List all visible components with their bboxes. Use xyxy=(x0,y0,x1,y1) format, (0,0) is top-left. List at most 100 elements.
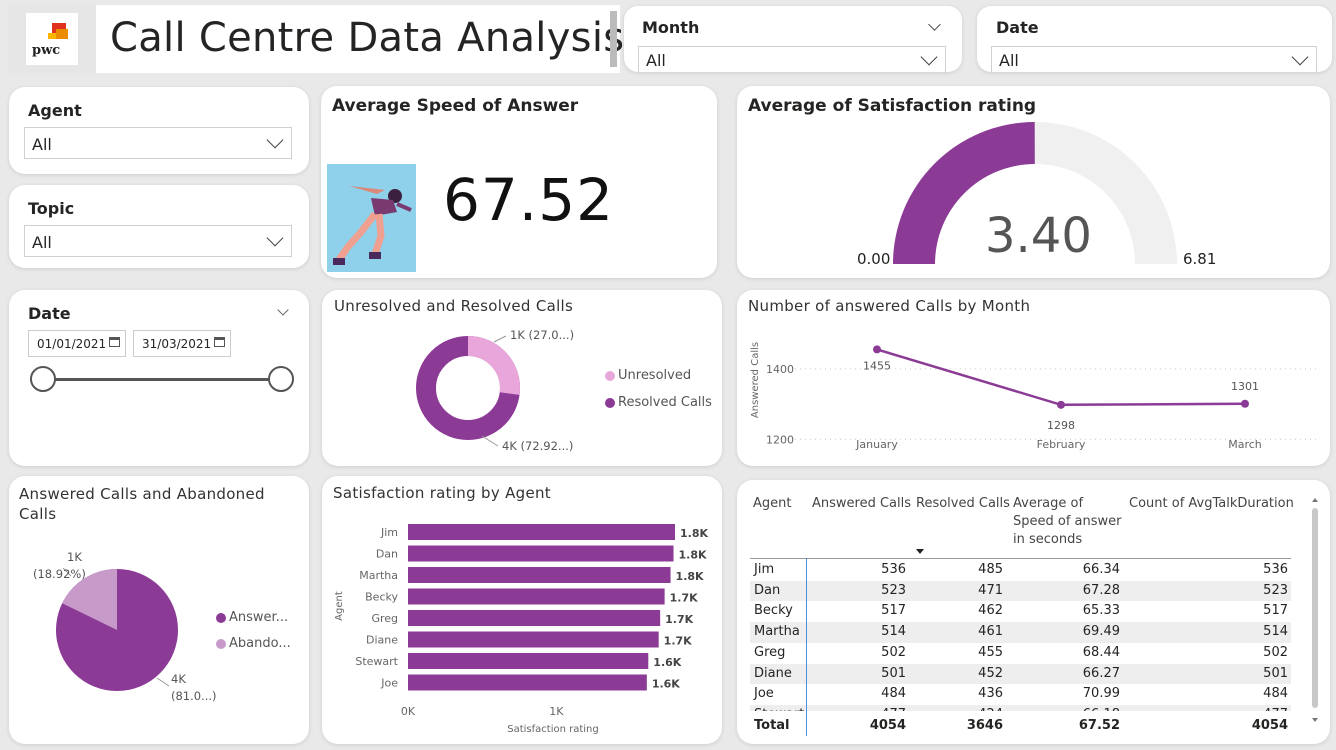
col-header-answered[interactable]: Answered Calls xyxy=(812,495,911,513)
table-row[interactable]: Martha 514 461 69.49 514 xyxy=(750,622,1291,643)
start-date-input[interactable]: 01/01/2021 xyxy=(28,330,126,357)
data-label: 1.6K xyxy=(652,678,680,691)
legend-dot-unresolved xyxy=(605,371,615,381)
bar[interactable] xyxy=(408,545,674,562)
answered-cell: 517 xyxy=(881,603,906,619)
talk-cell: 517 xyxy=(1263,603,1288,619)
answered-cell: 514 xyxy=(881,624,906,640)
chevron-down-icon[interactable] xyxy=(928,18,941,31)
scroll-down-icon[interactable] xyxy=(1312,718,1318,722)
agent-cell: Dan xyxy=(754,582,781,598)
category-label: Martha xyxy=(359,569,398,582)
sort-arrow-icon[interactable] xyxy=(916,549,924,554)
resolved-cell: 462 xyxy=(978,603,1003,619)
date-dropdown[interactable]: All xyxy=(991,46,1317,72)
pie-card: Answered Calls and Abandoned Calls 1K (1… xyxy=(9,476,309,744)
answered-cell: 502 xyxy=(881,644,906,660)
table-row[interactable]: Diane 501 452 66.27 501 xyxy=(750,663,1291,685)
gauge-value: 3.40 xyxy=(985,208,1092,264)
legend-resolved[interactable]: Resolved Calls xyxy=(618,395,712,410)
col-header-resolved[interactable]: Resolved Calls xyxy=(916,495,1010,513)
total-talk: 4054 xyxy=(1251,718,1288,733)
speed-cell: 69.49 xyxy=(1082,624,1120,640)
table-row[interactable]: Joe 484 436 70.99 484 xyxy=(750,684,1291,705)
table-row[interactable]: Stewart 477 424 66.18 477 xyxy=(750,704,1291,711)
logo-mark-3 xyxy=(48,33,56,39)
legend-dot-abandoned xyxy=(216,639,226,649)
category-label: Diane xyxy=(366,634,398,647)
month-dropdown[interactable]: All xyxy=(638,46,946,72)
table-row[interactable]: Becky 517 462 65.33 517 xyxy=(750,601,1291,622)
pie-label-abandoned-2: (18.92%) xyxy=(33,567,86,581)
data-point[interactable] xyxy=(1057,400,1065,409)
table-row[interactable]: Jim 536 485 66.34 536 xyxy=(750,560,1291,581)
agent-cell: Greg xyxy=(754,644,786,660)
logo-text: pwc xyxy=(32,43,61,58)
col-header-speed-2[interactable]: Speed of answer xyxy=(1013,513,1122,531)
col-header-speed-3[interactable]: in seconds xyxy=(1013,531,1082,549)
chevron-down-icon[interactable] xyxy=(277,304,289,316)
legend-dot-answered xyxy=(216,613,226,623)
agent-cell: Diane xyxy=(754,665,792,681)
answered-calls-line-chart: 1200 1400 Answered Calls 1455 January 1298 Feb… xyxy=(750,342,1317,451)
end-date-input[interactable]: 31/03/2021 xyxy=(133,330,231,357)
x-tick-label: February xyxy=(1037,438,1086,451)
month-dropdown-value: All xyxy=(646,51,666,70)
data-label: 1301 xyxy=(1231,380,1259,393)
y-tick-label: 1400 xyxy=(766,363,794,376)
date-range-label: Date xyxy=(28,304,71,323)
bar[interactable] xyxy=(408,524,675,540)
legend-unresolved[interactable]: Unresolved xyxy=(618,368,691,383)
bar[interactable] xyxy=(408,653,649,669)
range-end-handle[interactable] xyxy=(268,366,294,392)
month-slicer: Month All xyxy=(624,6,962,72)
table-row[interactable]: Dan 523 471 67.28 523 xyxy=(750,580,1291,602)
page-title: Call Centre Data Analysis xyxy=(110,15,625,61)
answered-cell: 484 xyxy=(881,686,906,702)
col-header-agent[interactable]: Agent xyxy=(753,495,791,513)
agent-cell: Stewart xyxy=(754,707,804,711)
table-scrollbar[interactable] xyxy=(1311,496,1319,728)
bar[interactable] xyxy=(408,674,647,691)
bar[interactable] xyxy=(408,631,659,648)
calendar-icon[interactable] xyxy=(109,337,120,347)
calendar-icon[interactable] xyxy=(214,337,225,347)
data-point[interactable] xyxy=(873,345,881,354)
category-label: Dan xyxy=(376,548,398,561)
legend-answered[interactable]: Answer... xyxy=(229,610,288,625)
col-header-talk[interactable]: Count of AvgTalkDuration xyxy=(1129,495,1294,513)
talk-cell: 536 xyxy=(1263,562,1288,577)
pie-label-answered-2: (81.0...) xyxy=(171,689,217,703)
talk-cell: 484 xyxy=(1263,686,1288,702)
donut-label-unresolved: 1K (27.0...) xyxy=(510,328,575,342)
chevron-down-icon xyxy=(266,229,284,247)
bar[interactable] xyxy=(408,567,671,583)
legend-abandoned[interactable]: Abando... xyxy=(229,636,291,651)
y-tick-label: 1200 xyxy=(766,433,794,446)
chevron-down-icon xyxy=(1291,48,1309,66)
bar[interactable] xyxy=(408,610,661,626)
speed-cell: 66.18 xyxy=(1083,707,1120,711)
agent-dropdown[interactable]: All xyxy=(24,127,292,159)
scrollbar-thumb[interactable] xyxy=(1312,508,1318,708)
data-point[interactable] xyxy=(1241,399,1249,408)
resolved-cell: 452 xyxy=(978,665,1003,681)
speed-cell: 67.28 xyxy=(1082,582,1120,598)
speed-cell: 65.33 xyxy=(1082,603,1120,619)
bar[interactable] xyxy=(408,588,665,605)
scroll-up-icon[interactable] xyxy=(1312,498,1318,502)
col-header-speed-1[interactable]: Average of xyxy=(1013,495,1083,513)
range-start-handle[interactable] xyxy=(30,366,56,392)
agent-dropdown-value: All xyxy=(32,135,52,154)
x-tick-label: January xyxy=(855,438,898,451)
range-track xyxy=(43,378,281,381)
talk-cell: 501 xyxy=(1263,665,1288,681)
logo-tile: pwc xyxy=(8,5,96,73)
title-divider xyxy=(610,11,617,67)
table-row[interactable]: Greg 502 455 68.44 502 xyxy=(750,643,1291,664)
pie-leader-answered xyxy=(156,677,170,687)
topic-dropdown[interactable]: All xyxy=(24,225,292,257)
talk-cell: 502 xyxy=(1263,644,1288,660)
data-label: 1.8K xyxy=(679,549,707,562)
speed-cell: 66.34 xyxy=(1082,562,1120,577)
